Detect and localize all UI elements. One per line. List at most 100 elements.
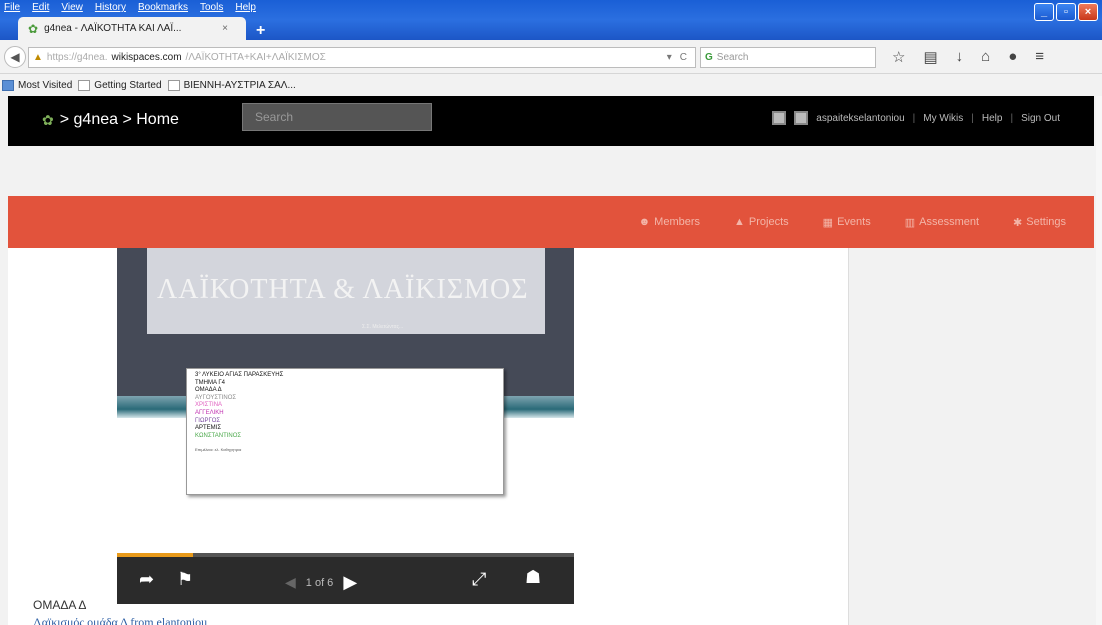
minimize-button[interactable]: _ xyxy=(1034,3,1054,21)
slide-list-line: ΚΩΝΣΤΑΝΤΙΝΟΣ xyxy=(195,432,242,439)
nav-label: Settings xyxy=(1026,216,1066,228)
bookmark-label: ΒΙΕΝΝΗ-ΑΥΣΤΡΙΑ ΣΑΛ... xyxy=(183,79,296,91)
messages-icon[interactable] xyxy=(794,111,809,125)
site-header: ✿ > g4nea > Home Search aspaitekselanton… xyxy=(8,96,1094,146)
player-controls: ➦ ⚑ ◀ 1 of 6 ▶ ⤢ ☗ xyxy=(117,557,574,604)
slide-footer: Επιμέλεια: ελ. Καθηγητρια xyxy=(195,447,242,453)
window-titlebar: File Edit View History Bookmarks Tools H… xyxy=(0,0,1102,40)
slide-list-line: ΑΡΤΕΜΙΣ xyxy=(195,425,222,432)
slide-list-line: ΧΡΙΣΤΙΝΑ xyxy=(195,402,223,409)
menu-bookmarks[interactable]: Bookmarks xyxy=(138,2,188,13)
reload-icon[interactable]: C xyxy=(680,52,687,63)
previous-slide-icon[interactable]: ◀ xyxy=(285,574,296,591)
slideshow-caption: ΟΜΑΔΑ Δ xyxy=(33,598,87,612)
slide-list-line: ΤΜΗΜΑ Γ4 xyxy=(195,379,225,386)
nav-settings[interactable]: ✱ Settings xyxy=(1013,216,1066,229)
slide-list-line: ΟΜΑΔΑ Δ xyxy=(195,387,222,394)
security-warning-icon: ▲ xyxy=(33,52,43,63)
slide-subtitle: Σ.Σ. Μελετώντας... xyxy=(362,324,404,330)
bookmarks-toolbar: Most Visited Getting Started ΒΙΕΝΝΗ-ΑΥΣΤ… xyxy=(0,74,1102,96)
menu-edit[interactable]: Edit xyxy=(32,2,49,13)
navigation-toolbar: ◀ ▲ https://g4nea. wikispaces.com/ΛΑΪΚΟΤΗ… xyxy=(0,40,1102,74)
gear-icon: ✱ xyxy=(1013,216,1023,229)
toolbar-icons: ☆ ▤ ↓ ⌂ ● ≡ xyxy=(892,48,1044,66)
url-path: /ΛΑΪΚΟΤΗΤΑ+ΚΑΙ+ΛΑΪΚΙΣΜΟΣ xyxy=(185,52,326,63)
nav-assessment[interactable]: ▥ Assessment xyxy=(905,216,979,229)
site-breadcrumb[interactable]: ✿ > g4nea > Home xyxy=(42,111,179,129)
nav-events[interactable]: ▦ Events xyxy=(823,216,871,229)
tab-close-icon[interactable]: × xyxy=(222,23,228,34)
browser-tab[interactable]: ✿ g4nea - ΛΑΪΚΟΤΗΤΑ ΚΑΙ ΛΑΪ... × xyxy=(18,17,246,40)
page-scrollbar[interactable] xyxy=(1096,96,1102,625)
members-icon: ☻ xyxy=(638,216,651,228)
next-slide-icon[interactable]: ▶ xyxy=(343,572,357,593)
search-bar[interactable]: G Search xyxy=(700,47,876,68)
bookmark-most-visited[interactable]: Most Visited xyxy=(2,79,73,91)
url-actions: ▾ C xyxy=(667,52,695,63)
tab-title: g4nea - ΛΑΪΚΟΤΗΤΑ ΚΑΙ ΛΑΪ... xyxy=(44,23,182,34)
slide-list-line: 3° ΛΥΚΕΙΟ ΑΓΙΑΣ ΠΑΡΑΣΚΕΥΗΣ xyxy=(195,372,284,378)
menu-history[interactable]: History xyxy=(95,2,126,13)
bookmark-label: Getting Started xyxy=(94,79,162,91)
menu-help[interactable]: Help xyxy=(235,2,256,13)
bookmark-getting-started[interactable]: Getting Started xyxy=(78,79,162,91)
slide-view: ΛΑΪΚΟΤΗΤΑ & ΛΑΪΚΙΣΜΟΣ Σ.Σ. Μελετώντας...… xyxy=(117,248,574,553)
page-icon xyxy=(167,79,180,91)
menu-bar: File Edit View History Bookmarks Tools H… xyxy=(4,2,256,13)
bookmark-star-icon[interactable]: ☆ xyxy=(892,48,905,66)
nav-projects[interactable]: ▲ Projects xyxy=(734,216,789,228)
close-window-button[interactable]: × xyxy=(1078,3,1098,21)
nav-label: Projects xyxy=(748,216,789,228)
url-prefix: https://g4nea. xyxy=(46,52,108,63)
nav-label: Assessment xyxy=(919,216,980,228)
projects-icon: ▲ xyxy=(734,216,745,228)
bookmark-label: Most Visited xyxy=(18,79,73,91)
slideshow-embed: ΛΑΪΚΟΤΗΤΑ & ΛΑΪΚΙΣΜΟΣ Σ.Σ. Μελετώντας...… xyxy=(117,248,574,604)
search-engine-icon: G xyxy=(705,52,713,63)
site-title: > g4nea > Home xyxy=(59,111,179,128)
slide-list-line: ΑΓΓΕΛΙΚΗ xyxy=(195,409,224,416)
fullscreen-icon[interactable]: ⤢ xyxy=(472,569,486,590)
back-button[interactable]: ◀ xyxy=(4,46,26,68)
notifications-icon[interactable] xyxy=(772,111,787,125)
address-bar[interactable]: ▲ https://g4nea. wikispaces.com/ΛΑΪΚΟΤΗΤΑ… xyxy=(28,47,696,68)
help-link[interactable]: Help xyxy=(982,113,1003,124)
wiki-nav: ☻ Members ▲ Projects ▦ Events ▥ Assessment ✱… xyxy=(8,196,1094,248)
search-placeholder: Search xyxy=(716,52,749,63)
slideshow-source-link[interactable]: Λαϊκισμός ομάδα Δ from elantoniou xyxy=(33,615,207,625)
folder-icon xyxy=(2,79,14,91)
downloads-icon[interactable]: ↓ xyxy=(956,48,964,66)
menu-icon[interactable]: ≡ xyxy=(1035,48,1044,66)
username-link[interactable]: aspaitekselantoniou xyxy=(816,113,904,124)
slideshare-logo-icon[interactable]: ☗ xyxy=(525,567,541,588)
menu-file[interactable]: File xyxy=(4,2,20,13)
bookmark-vienna[interactable]: ΒΙΕΝΝΗ-ΑΥΣΤΡΙΑ ΣΑΛ... xyxy=(167,79,296,91)
slide-counter: 1 of 6 xyxy=(305,576,334,589)
home-icon[interactable]: ⌂ xyxy=(981,48,990,66)
slide-list-line: ΑΥΓΟΥΣΤΙΝΟΣ xyxy=(195,394,237,401)
page-icon xyxy=(78,79,91,91)
site-search-input[interactable]: Search xyxy=(242,103,432,131)
nav-label: Members xyxy=(654,216,701,228)
my-wikis-link[interactable]: My Wikis xyxy=(923,113,963,124)
share-icon[interactable]: ➦ xyxy=(139,569,154,590)
slide-pager: ◀ 1 of 6 ▶ xyxy=(285,572,357,593)
sign-out-link[interactable]: Sign Out xyxy=(1021,113,1060,124)
menu-tools[interactable]: Tools xyxy=(200,2,223,13)
nav-members[interactable]: ☻ Members xyxy=(639,216,700,228)
chart-icon: ▥ xyxy=(904,216,916,229)
maximize-button[interactable]: ▫ xyxy=(1056,3,1076,21)
back-arrow-icon: ◀ xyxy=(10,50,20,64)
user-links: aspaitekselantoniou | My Wikis | Help | … xyxy=(772,111,1060,125)
dropdown-icon[interactable]: ▾ xyxy=(667,52,672,63)
flag-icon[interactable]: ⚑ xyxy=(177,569,193,590)
wikispaces-favicon-icon: ✿ xyxy=(28,21,39,36)
reading-list-icon[interactable]: ▤ xyxy=(923,48,937,66)
wikispaces-logo-icon: ✿ xyxy=(42,111,54,128)
menu-view[interactable]: View xyxy=(61,2,83,13)
chat-icon[interactable]: ● xyxy=(1008,48,1017,66)
new-tab-button[interactable]: + xyxy=(256,22,265,40)
right-sidebar xyxy=(848,248,1094,625)
slide-member-list: 3° ΛΥΚΕΙΟ ΑΓΙΑΣ ΠΑΡΑΣΚΕΥΗΣ ΤΜΗΜΑ Γ4 ΟΜΑΔΑ … xyxy=(186,368,504,495)
slide-list-line: ΓΙΩΡΓΟΣ xyxy=(195,417,221,424)
